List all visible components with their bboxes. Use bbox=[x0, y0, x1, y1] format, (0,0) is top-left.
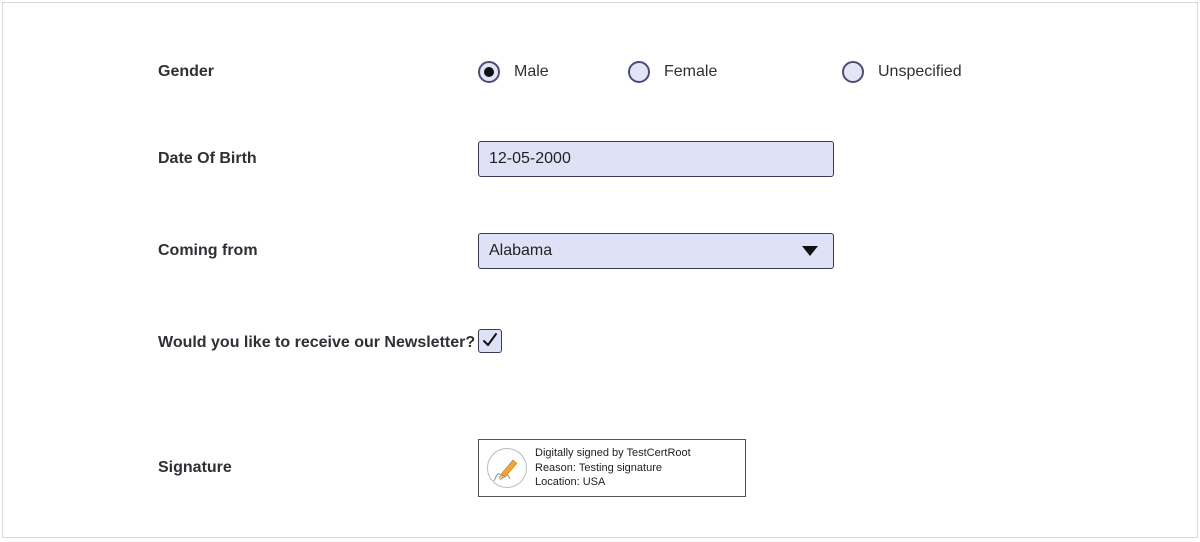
row-dob: Date Of Birth bbox=[158, 141, 1117, 177]
radio-option-female[interactable]: Female bbox=[628, 61, 842, 83]
radio-label-unspecified: Unspecified bbox=[878, 63, 962, 81]
signature-line1: Digitally signed by TestCertRoot bbox=[535, 446, 691, 461]
label-newsletter: Would you like to receive our Newsletter… bbox=[158, 329, 478, 354]
label-dob: Date Of Birth bbox=[158, 149, 478, 170]
coming-from-select-wrap[interactable]: Alabama bbox=[478, 233, 834, 269]
coming-from-select[interactable]: Alabama bbox=[478, 233, 834, 269]
radio-female[interactable] bbox=[628, 61, 650, 83]
gender-radio-group: Male Female Unspecified bbox=[478, 61, 962, 83]
label-gender: Gender bbox=[158, 62, 478, 83]
signature-line3: Location: USA bbox=[535, 475, 691, 490]
radio-male[interactable] bbox=[478, 61, 500, 83]
radio-label-male: Male bbox=[514, 63, 549, 81]
check-icon bbox=[481, 331, 499, 349]
radio-unspecified[interactable] bbox=[842, 61, 864, 83]
radio-label-female: Female bbox=[664, 63, 717, 81]
signature-box[interactable]: Digitally signed by TestCertRoot Reason:… bbox=[478, 439, 746, 497]
label-signature: Signature bbox=[158, 458, 478, 479]
row-coming-from: Coming from Alabama bbox=[158, 233, 1117, 269]
row-newsletter: Would you like to receive our Newsletter… bbox=[158, 329, 1117, 354]
dob-input[interactable] bbox=[478, 141, 834, 177]
signature-line2: Reason: Testing signature bbox=[535, 461, 691, 476]
label-coming-from: Coming from bbox=[158, 241, 478, 262]
radio-option-male[interactable]: Male bbox=[478, 61, 628, 83]
form-frame: Gender Male Female Unspecified Date Of B… bbox=[2, 2, 1198, 538]
signature-pen-icon bbox=[487, 448, 527, 488]
row-gender: Gender Male Female Unspecified bbox=[158, 61, 1117, 83]
radio-option-unspecified[interactable]: Unspecified bbox=[842, 61, 962, 83]
row-signature: Signature Digitally signed by TestCertRo… bbox=[158, 439, 1117, 497]
newsletter-checkbox[interactable] bbox=[478, 329, 502, 353]
signature-text: Digitally signed by TestCertRoot Reason:… bbox=[535, 446, 691, 491]
